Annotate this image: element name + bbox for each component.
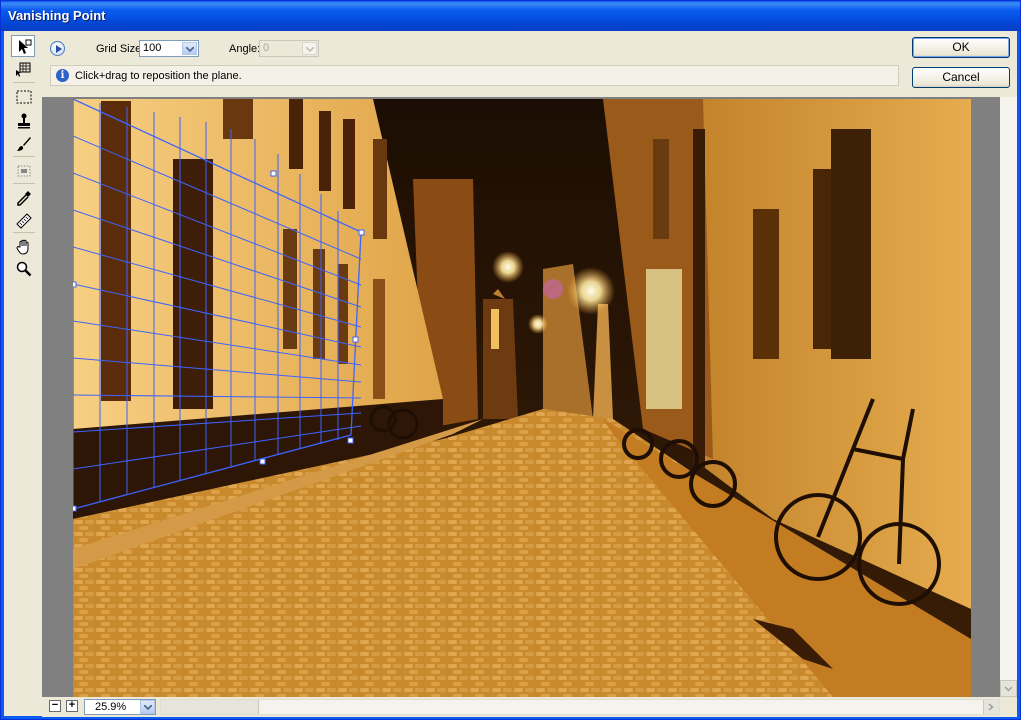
chevron-down-icon: [1004, 686, 1013, 692]
zoom-in-button[interactable]: +: [66, 700, 78, 712]
zoom-icon: [16, 261, 32, 277]
stamp-tool[interactable]: [11, 109, 35, 131]
grid-size-value: 100: [143, 42, 162, 54]
hand-tool[interactable]: [11, 235, 35, 257]
grid-size-combo[interactable]: 100: [139, 40, 199, 57]
tool-separator: [13, 183, 35, 184]
angle-combo: 0: [259, 40, 319, 57]
info-bar: i Click+drag to reposition the plane.: [50, 65, 899, 86]
angle-value: 0: [263, 42, 270, 54]
scroll-down-button[interactable]: [1000, 680, 1017, 697]
ok-button[interactable]: OK: [912, 37, 1010, 58]
info-icon: i: [56, 69, 69, 82]
eyedropper-tool[interactable]: [11, 186, 35, 208]
transform-icon: [17, 165, 31, 177]
grid-size-dropdown-button[interactable]: [182, 42, 197, 55]
chevron-down-icon: [306, 47, 314, 52]
zoom-out-button[interactable]: −: [49, 700, 61, 712]
scroll-right-button[interactable]: [983, 700, 999, 714]
window-title: Vanishing Point: [1, 1, 1020, 31]
transform-tool[interactable]: [11, 159, 35, 181]
chevron-down-icon: [144, 705, 152, 710]
create-plane-icon: [16, 62, 31, 77]
eyedropper-icon: [17, 191, 31, 206]
chevron-right-icon: [988, 703, 994, 711]
stamp-icon: [18, 113, 30, 129]
street-photo-image: [73, 99, 971, 697]
angle-dropdown-button: [302, 42, 317, 55]
marquee-tool[interactable]: [11, 85, 35, 107]
window-frame-left: [1, 31, 4, 719]
hand-icon: [16, 239, 29, 255]
window-frame-right: [1017, 31, 1020, 719]
brush-tool[interactable]: [11, 132, 35, 154]
grid-size-label: Grid Size:: [96, 43, 145, 55]
zoom-level-value: 25.9%: [95, 701, 127, 713]
vanishing-point-dialog: Vanishing Point Grid Size: 100 Angle: 0 …: [0, 0, 1021, 720]
preview-canvas[interactable]: [42, 97, 1000, 697]
tool-separator: [13, 156, 35, 157]
street-photo[interactable]: [73, 99, 971, 697]
vertical-scrollbar[interactable]: [1000, 97, 1017, 697]
brush-icon: [17, 137, 31, 151]
create-plane-tool[interactable]: [11, 57, 35, 79]
status-bar: − + 25.9%: [42, 697, 1017, 717]
measure-icon: [16, 213, 32, 229]
edit-plane-tool[interactable]: [11, 35, 35, 57]
tool-separator: [13, 82, 35, 83]
info-text: Click+drag to reposition the plane.: [75, 70, 242, 82]
zoom-tool[interactable]: [11, 257, 35, 279]
horizontal-scrollbar[interactable]: [160, 699, 1000, 715]
settings-menu-button[interactable]: [50, 41, 65, 56]
play-triangle-icon: [56, 45, 62, 53]
chevron-down-icon: [186, 47, 194, 52]
edit-plane-icon: [19, 39, 32, 54]
cancel-button[interactable]: Cancel: [912, 67, 1010, 88]
angle-label: Angle:: [229, 43, 261, 55]
marquee-icon: [16, 90, 32, 104]
tool-separator: [13, 232, 35, 233]
zoom-level-combo[interactable]: 25.9%: [84, 699, 156, 715]
measure-tool[interactable]: [11, 208, 35, 230]
zoom-dropdown-button[interactable]: [140, 700, 155, 714]
horizontal-scroll-thumb[interactable]: [161, 700, 259, 714]
